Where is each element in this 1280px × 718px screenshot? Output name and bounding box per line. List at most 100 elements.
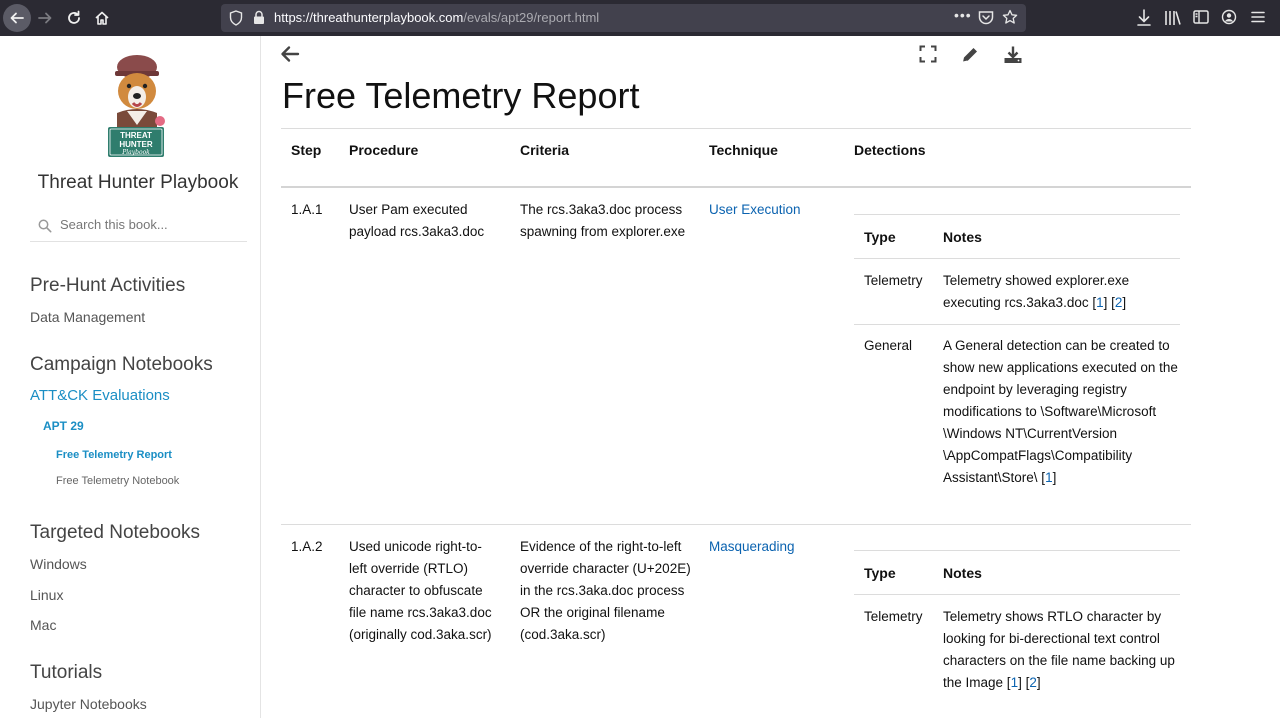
notes-line: Telemetry showed explorer.exe — [943, 273, 1130, 288]
bookmark-star-icon[interactable] — [1002, 9, 1018, 30]
reference-link[interactable]: 1 — [1045, 470, 1053, 485]
search-icon — [38, 219, 52, 238]
row1-technique: User Execution — [709, 199, 801, 221]
search-input[interactable] — [60, 217, 240, 232]
downloads-icon[interactable] — [1136, 9, 1152, 32]
reload-icon[interactable] — [60, 4, 88, 32]
row2-criteria-line: (cod.3aka.scr) — [520, 627, 606, 642]
row2-criteria-line: Evidence of the right-to-left — [520, 539, 682, 554]
account-icon[interactable] — [1221, 9, 1237, 30]
notes-line: Assistant\Store\ [1] — [943, 470, 1057, 485]
nav-section-targeted-notebooks[interactable]: Targeted Notebooks — [30, 522, 200, 544]
notes-line: looking for bi-derectional text control — [943, 631, 1160, 646]
home-icon[interactable] — [88, 4, 116, 32]
notes-line: modifications to \Software\Microsoft — [943, 404, 1157, 419]
nav-item-windows[interactable]: Windows — [30, 556, 87, 572]
row-divider — [281, 524, 1191, 525]
header-criteria: Criteria — [520, 142, 570, 158]
row1-criteria: The rcs.3aka3.doc process spawning from … — [520, 199, 700, 243]
nav-item-apt29[interactable]: APT 29 — [43, 419, 84, 433]
row2-technique: Masquerading — [709, 536, 795, 558]
det1-row1-type: Telemetry — [864, 273, 923, 288]
logo-text-line-3: Playbook — [121, 149, 150, 156]
library-icon[interactable] — [1164, 9, 1182, 32]
reference-link[interactable]: 1 — [1096, 295, 1104, 310]
site-title[interactable]: Threat Hunter Playbook — [0, 172, 276, 194]
nav-item-free-telemetry-notebook[interactable]: Free Telemetry Notebook — [56, 475, 179, 487]
nav-item-linux[interactable]: Linux — [30, 587, 63, 603]
reference-link[interactable]: 2 — [1029, 675, 1037, 690]
nav-item-free-telemetry-report[interactable]: Free Telemetry Report — [56, 449, 172, 461]
row2-procedure-line: character to obfuscate — [349, 583, 483, 598]
header-technique: Technique — [709, 142, 778, 158]
main-content: Free Telemetry Report Step Procedure Cri… — [262, 36, 1280, 718]
notes-line: \AppCompatFlags\Compatibility — [943, 448, 1133, 463]
sidebar-toggle-icon[interactable] — [1193, 9, 1209, 30]
sidebar: THREAT HUNTER Playbook Threat Hunter Pla… — [0, 36, 261, 718]
notes-text: Assistant\Store\ — [943, 470, 1038, 485]
site-logo[interactable]: THREAT HUNTER Playbook — [105, 53, 171, 161]
nav-item-mac[interactable]: Mac — [30, 617, 56, 633]
det1-top-rule — [854, 214, 1180, 215]
technique-link-masquerading[interactable]: Masquerading — [709, 539, 795, 554]
det2-top-rule — [854, 550, 1180, 551]
page-title: Free Telemetry Report — [282, 75, 640, 116]
fullscreen-icon[interactable] — [919, 45, 937, 68]
logo-text-line-2: HUNTER — [119, 140, 153, 149]
notes-text: the Image — [943, 675, 1004, 690]
det1-row2-notes: A General detection can be created to sh… — [943, 335, 1183, 489]
logo-text-line-1: THREAT — [120, 131, 152, 140]
row2-criteria-line: override character (U+202E) — [520, 561, 691, 576]
back-arrow-icon[interactable] — [280, 44, 300, 69]
address-bar[interactable]: https://threathunterplaybook.com/evals/a… — [221, 4, 1026, 32]
row2-criteria-line: in the rcs.3aka.doc process — [520, 583, 685, 598]
nav-item-jupyter-notebooks[interactable]: Jupyter Notebooks — [30, 696, 147, 712]
reference-link[interactable]: 2 — [1115, 295, 1123, 310]
notes-line: A General detection can be created to — [943, 338, 1170, 353]
notes-line: \Windows NT\CurrentVersion — [943, 426, 1118, 441]
row2-procedure-line: (originally cod.3aka.scr) — [349, 627, 492, 642]
page-actions-icon[interactable]: ••• — [954, 7, 972, 23]
technique-link-user-execution[interactable]: User Execution — [709, 202, 801, 217]
url-text: https://threathunterplaybook.com/evals/a… — [274, 10, 600, 25]
table-header-rule — [281, 186, 1191, 188]
search-box[interactable] — [30, 214, 247, 242]
row2-criteria: Evidence of the right-to-left override c… — [520, 536, 705, 646]
nav-section-tutorials[interactable]: Tutorials — [30, 662, 102, 684]
reference-link[interactable]: 1 — [1011, 675, 1019, 690]
det1-row2-type: General — [864, 338, 913, 353]
header-step: Step — [291, 142, 322, 158]
notes-line: Telemetry shows RTLO character by — [943, 609, 1162, 624]
notes-line: endpoint by leveraging registry — [943, 382, 1127, 397]
menu-icon[interactable] — [1250, 9, 1266, 30]
nav-item-data-management[interactable]: Data Management — [30, 309, 145, 325]
det1-row1-notes: Telemetry showed explorer.exe executing … — [943, 270, 1178, 314]
shield-icon[interactable] — [229, 10, 243, 31]
pocket-icon[interactable] — [978, 10, 994, 30]
nav-item-attack-evaluations[interactable]: ATT&CK Evaluations — [30, 387, 170, 404]
download-icon[interactable] — [1003, 45, 1023, 70]
row2-step: 1.A.2 — [291, 539, 323, 554]
back-icon[interactable] — [3, 4, 31, 32]
nav-section-pre-hunt[interactable]: Pre-Hunt Activities — [30, 275, 185, 297]
notes-text: executing rcs.3aka3.doc — [943, 295, 1089, 310]
det1-header-notes: Notes — [943, 229, 982, 245]
row1-procedure: User Pam executed payload rcs.3aka3.doc — [349, 199, 509, 243]
det2-row1-notes: Telemetry shows RTLO character by lookin… — [943, 606, 1183, 694]
row2-procedure: Used unicode right-to- left override (RT… — [349, 536, 514, 646]
nav-section-campaign-notebooks[interactable]: Campaign Notebooks — [30, 354, 213, 376]
row1-criteria-line: spawning from explorer.exe — [520, 224, 686, 239]
row1-procedure-line: payload rcs.3aka3.doc — [349, 224, 485, 239]
notes-line: the Image [1] [2] — [943, 675, 1041, 690]
lock-icon[interactable] — [253, 10, 265, 30]
notes-line: characters on the file name backing up — [943, 653, 1175, 668]
row1-procedure-line: User Pam executed — [349, 202, 468, 217]
browser-toolbar: https://threathunterplaybook.com/evals/a… — [0, 0, 1280, 36]
edit-icon[interactable] — [960, 45, 980, 70]
det2-header-notes: Notes — [943, 565, 982, 581]
header-detections: Detections — [854, 142, 926, 158]
forward-icon[interactable] — [31, 4, 59, 32]
table-top-rule — [281, 128, 1191, 129]
row2-procedure-line: file name rcs.3aka3.doc — [349, 605, 492, 620]
notes-line: executing rcs.3aka3.doc [1] [2] — [943, 295, 1127, 310]
